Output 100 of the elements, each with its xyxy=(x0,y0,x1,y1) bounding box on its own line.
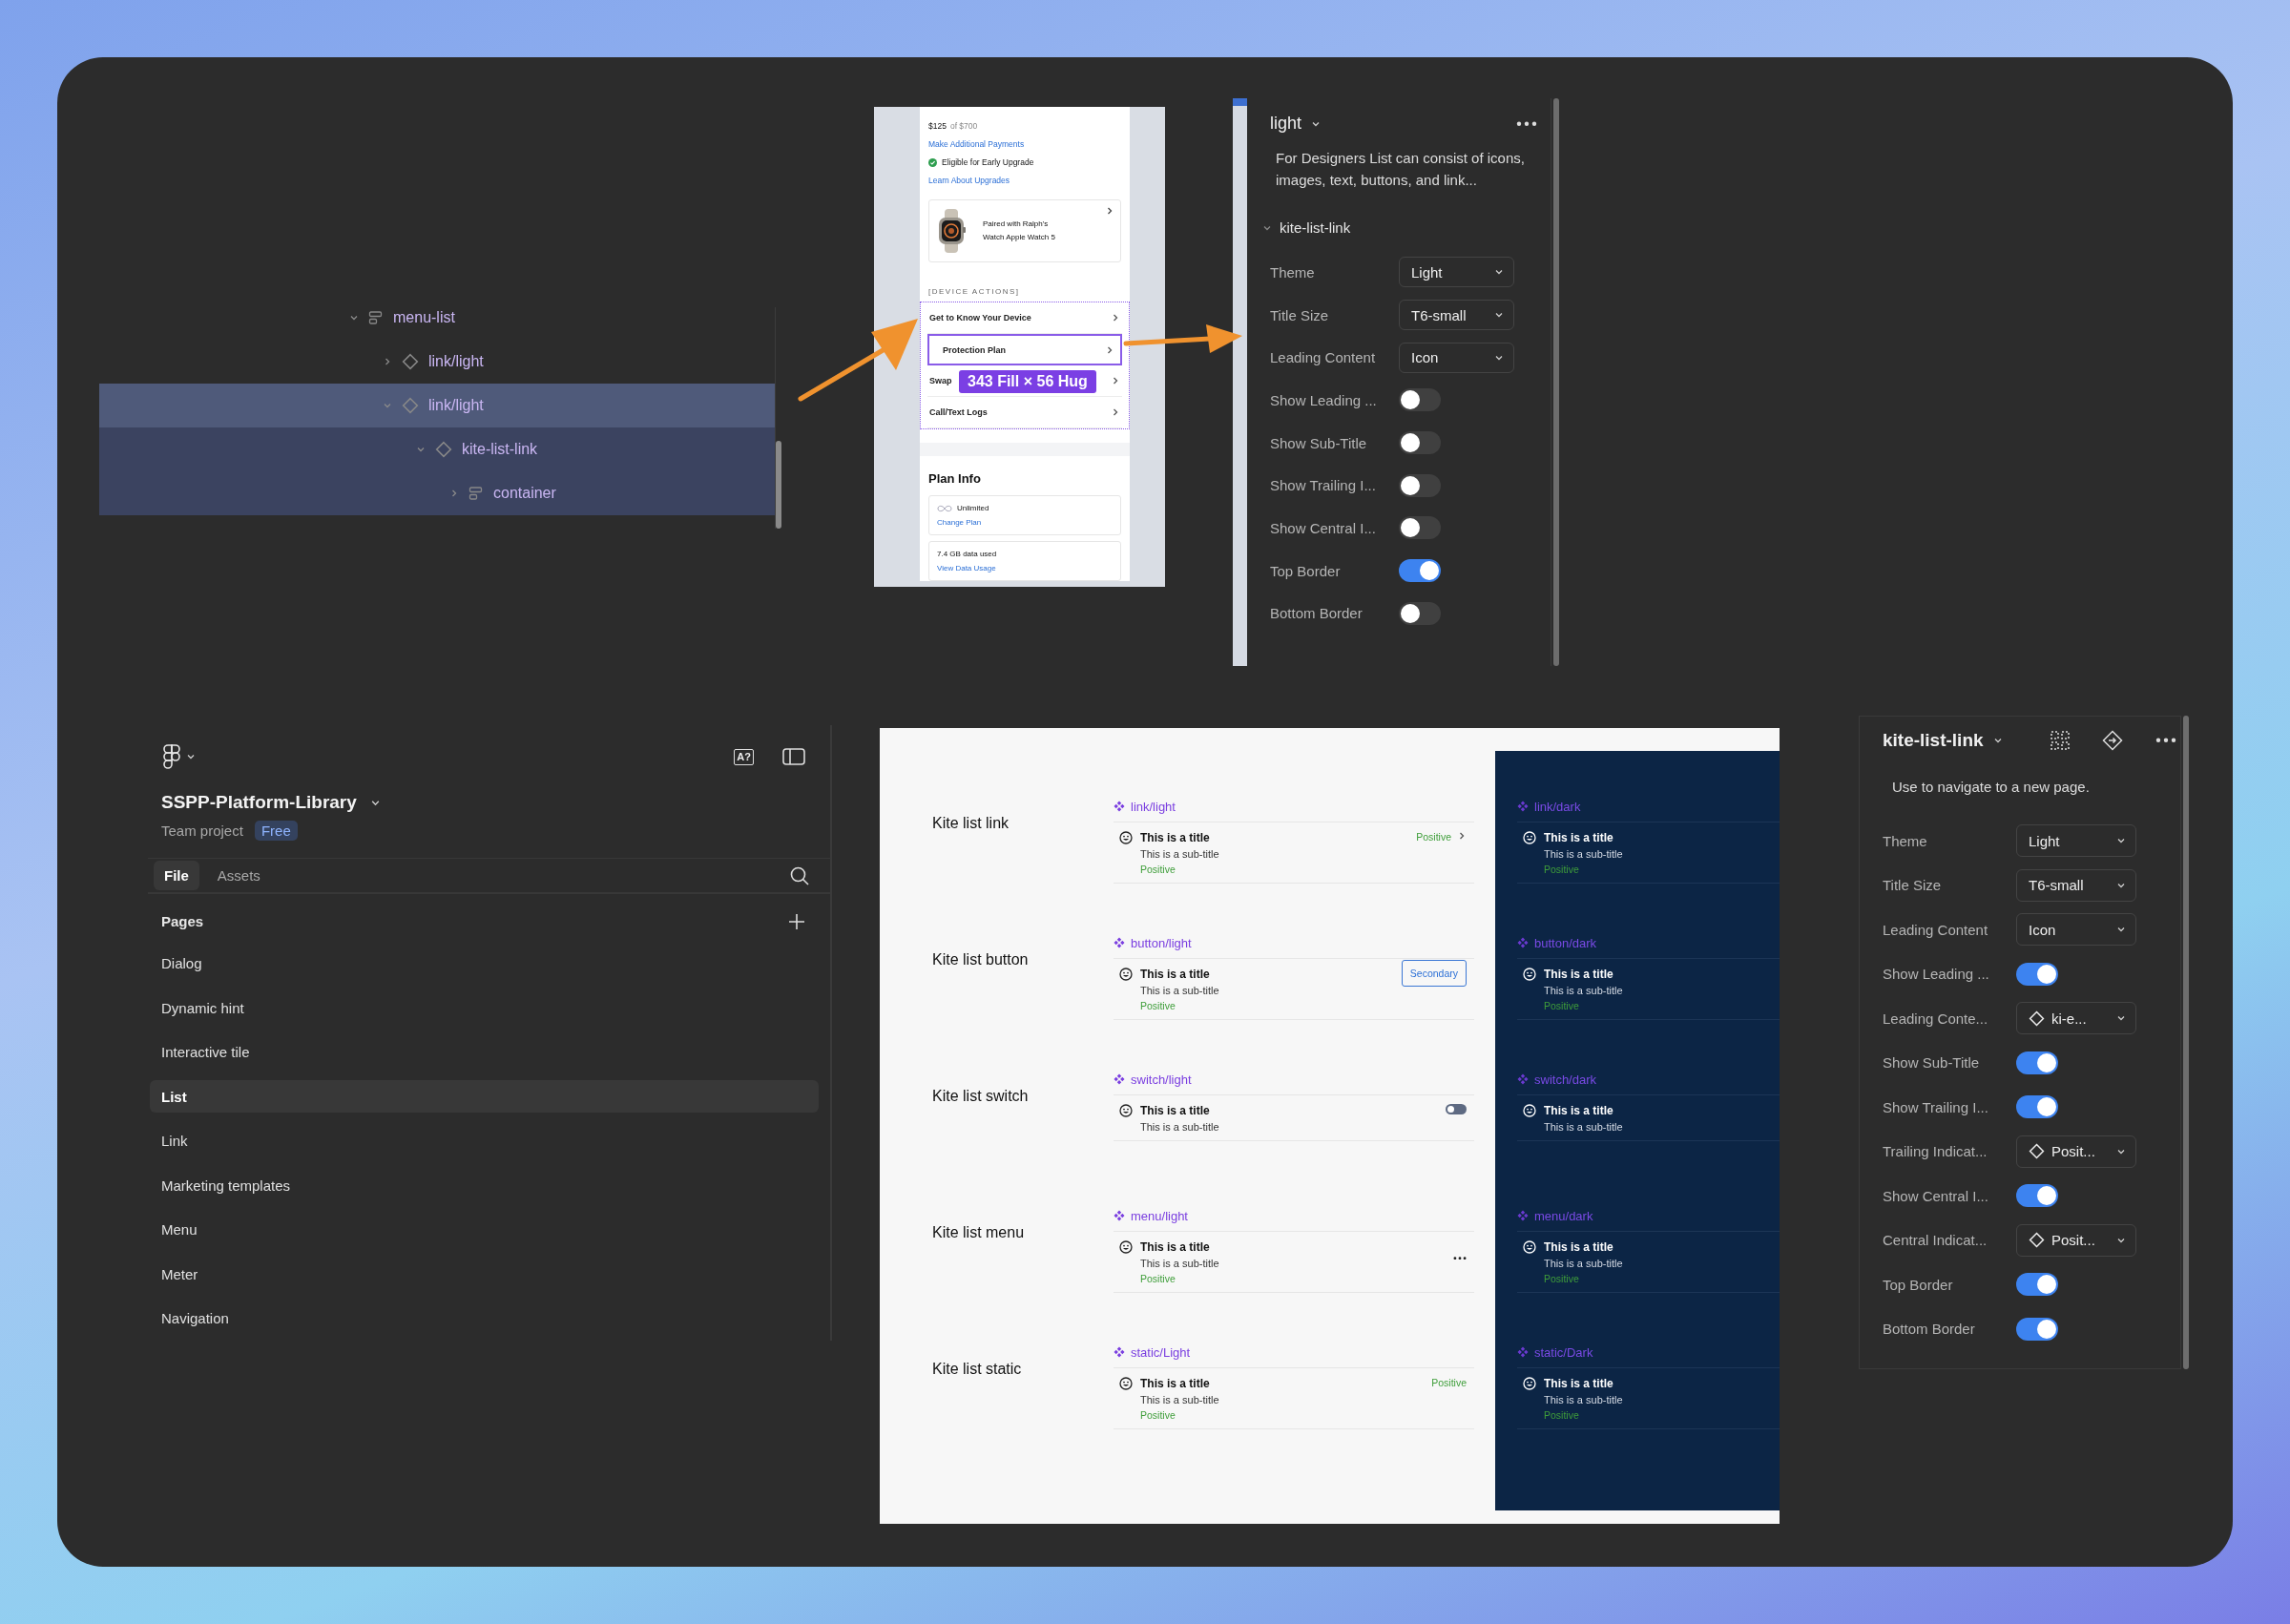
tab[interactable]: Assets xyxy=(206,861,271,891)
component-icon xyxy=(1114,1073,1125,1085)
smiley-icon xyxy=(1523,1104,1536,1117)
section-label: Kite list switch xyxy=(932,1088,1029,1105)
section-label: Kite list link xyxy=(932,815,1010,832)
amount-total: of $700 xyxy=(949,120,978,133)
page-item[interactable]: Dynamic hint xyxy=(150,991,819,1024)
component-name: switch/dark xyxy=(1534,1072,1597,1087)
item-subtitle: This is a sub-title xyxy=(1140,1121,1219,1133)
component-name: menu/dark xyxy=(1534,1208,1593,1223)
instance-icon xyxy=(2029,1232,2045,1249)
property-dropdown[interactable]: Light xyxy=(1399,257,1514,288)
select-matching-icon[interactable] xyxy=(2051,731,2070,750)
layer-row[interactable]: menu-list xyxy=(99,296,775,340)
item-status: Positive xyxy=(1140,1273,1176,1284)
toggle-switch[interactable] xyxy=(1399,473,1441,497)
component-icon xyxy=(1114,1210,1125,1221)
property-dropdown[interactable]: Posit... xyxy=(2016,1223,2136,1257)
property-dropdown[interactable]: ki-e... xyxy=(2016,1002,2136,1035)
toggle-switch[interactable] xyxy=(2016,962,2058,986)
property-label: Theme xyxy=(1270,263,1316,281)
toggle-switch[interactable] xyxy=(1399,559,1441,583)
payment-link[interactable]: Make Additional Payments xyxy=(928,135,1121,154)
plan-link[interactable]: View Data Usage xyxy=(937,562,1113,575)
property-label: Show Central I... xyxy=(1270,519,1377,536)
item-subtitle: This is a sub-title xyxy=(1140,985,1219,996)
chevron-icon xyxy=(1457,831,1467,841)
toggle-switch[interactable] xyxy=(2016,1273,2058,1297)
property-label: Show Trailing I... xyxy=(1883,1098,1989,1115)
component-name: static/Dark xyxy=(1534,1344,1593,1360)
property-dropdown[interactable]: Icon xyxy=(1399,342,1514,373)
layer-row[interactable]: container xyxy=(99,471,775,515)
component-icon xyxy=(1517,1073,1529,1085)
secondary-button[interactable]: Secondary xyxy=(1401,960,1467,987)
page-item[interactable]: Menu xyxy=(150,1213,819,1246)
search-icon[interactable] xyxy=(790,865,809,885)
smiley-icon xyxy=(1523,1240,1536,1254)
toggle-switch[interactable] xyxy=(2016,1095,2058,1119)
property-label: Central Indicat... xyxy=(1883,1232,1988,1249)
property-label: Title Size xyxy=(1270,306,1330,323)
chevron-icon xyxy=(1111,376,1120,385)
item-title: This is a title xyxy=(1544,968,1613,981)
toggle-switch[interactable] xyxy=(1399,431,1441,455)
property-dropdown[interactable]: Icon xyxy=(2016,913,2136,947)
action-row[interactable]: Call/Text Logs xyxy=(927,397,1122,428)
layer-row[interactable]: link/light xyxy=(99,340,775,384)
property-dropdown[interactable]: Light xyxy=(2016,824,2136,858)
chevron-icon xyxy=(1105,344,1114,355)
item-subtitle: This is a sub-title xyxy=(1544,1258,1623,1269)
tab[interactable]: File xyxy=(154,861,199,891)
more-icon[interactable] xyxy=(1516,120,1537,127)
toggle-switch[interactable] xyxy=(1446,1104,1467,1114)
property-dropdown[interactable]: Posit... xyxy=(2016,1135,2136,1168)
logo-icon[interactable] xyxy=(163,744,180,769)
more-icon[interactable] xyxy=(1453,1256,1467,1260)
chevron-icon xyxy=(1111,407,1120,417)
device-card[interactable]: Paired with Ralph's Watch Apple Watch 5 xyxy=(928,199,1121,262)
page-item[interactable]: Meter xyxy=(150,1258,819,1290)
page-item[interactable]: Navigation xyxy=(150,1301,819,1335)
item-status: Positive xyxy=(1140,864,1176,875)
property-label: Show Trailing I... xyxy=(1270,477,1377,494)
layer-row[interactable]: link/light xyxy=(99,384,775,427)
toggle-switch[interactable] xyxy=(1399,516,1441,540)
component-icon xyxy=(1517,801,1529,812)
smiley-icon xyxy=(1523,968,1536,981)
plan-text: 7.4 GB data used xyxy=(937,549,997,560)
size-tooltip: 343 Fill × 56 Hug xyxy=(959,370,1096,393)
toggle-switch[interactable] xyxy=(1399,601,1441,625)
instance-icon[interactable] xyxy=(2102,730,2123,751)
component-name: button/dark xyxy=(1534,935,1597,950)
font-button[interactable]: A? xyxy=(734,748,754,765)
item-status: Positive xyxy=(1140,1409,1176,1421)
property-dropdown[interactable]: T6-small xyxy=(2016,868,2136,902)
panel-title: light xyxy=(1270,114,1302,134)
component-name: static/Light xyxy=(1131,1344,1191,1360)
page-item[interactable]: Dialog xyxy=(150,947,819,980)
item-title: This is a title xyxy=(1140,831,1210,844)
toggle-switch[interactable] xyxy=(2016,1317,2058,1341)
page-item[interactable]: Marketing templates xyxy=(150,1169,819,1201)
instance-icon xyxy=(402,397,419,414)
layer-row[interactable]: kite-list-link xyxy=(99,427,775,471)
page-item[interactable]: Link xyxy=(150,1124,819,1157)
upgrade-link[interactable]: Learn About Upgrades xyxy=(928,172,1121,190)
toggle-switch[interactable] xyxy=(2016,1184,2058,1208)
toggle-switch[interactable] xyxy=(2016,1051,2058,1074)
component-name: menu/light xyxy=(1131,1208,1188,1223)
property-label: Show Leading ... xyxy=(1883,966,1990,983)
item-status: Positive xyxy=(1544,1273,1579,1284)
more-icon[interactable] xyxy=(2155,738,2176,743)
property-dropdown[interactable]: T6-small xyxy=(1399,300,1514,331)
plan-link[interactable]: Change Plan xyxy=(937,516,1113,530)
property-label: Bottom Border xyxy=(1883,1321,1976,1338)
add-icon[interactable] xyxy=(788,912,805,930)
action-row[interactable]: Get to Know Your Device xyxy=(927,302,1122,334)
sidebar-toggle-icon[interactable] xyxy=(782,747,805,766)
page-item[interactable]: List xyxy=(150,1080,819,1113)
item-title: This is a title xyxy=(1140,968,1210,981)
toggle-switch[interactable] xyxy=(1399,388,1441,412)
action-row[interactable]: Protection Plan xyxy=(927,334,1122,365)
page-item[interactable]: Interactive tile xyxy=(150,1035,819,1069)
